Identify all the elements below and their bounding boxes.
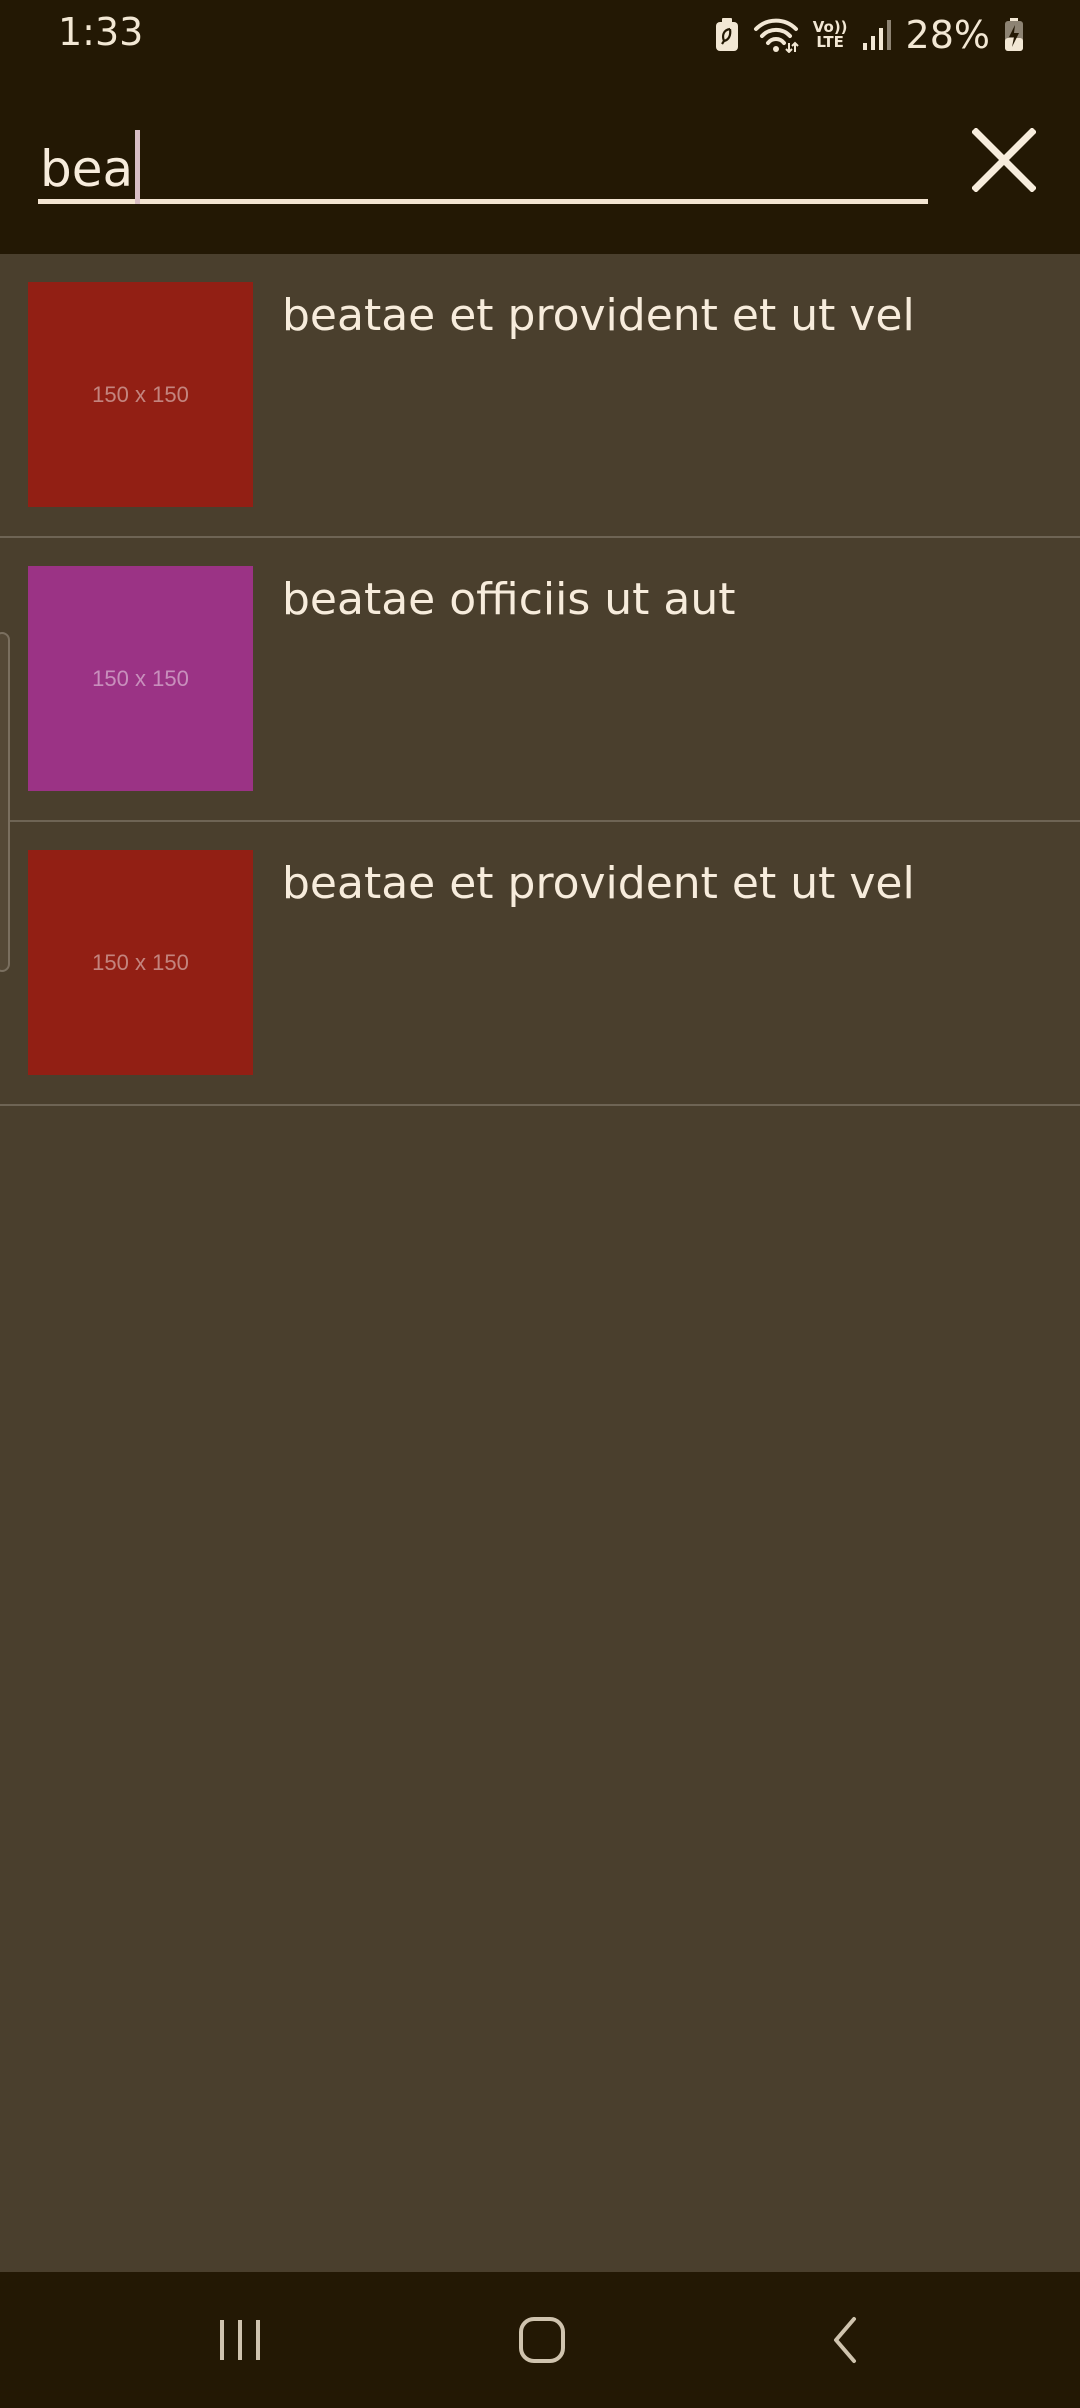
status-icons: Vo)) LTE 28% bbox=[715, 10, 1024, 60]
battery-percent: 28% bbox=[905, 13, 990, 57]
edge-panel-handle[interactable] bbox=[0, 632, 10, 972]
signal-icon bbox=[862, 19, 892, 51]
battery-charging-icon bbox=[1004, 18, 1024, 52]
thumbnail-image: 150 x 150 bbox=[28, 566, 253, 791]
list-item-title: beatae et provident et ut vel bbox=[282, 290, 915, 341]
thumbnail-label: 150 x 150 bbox=[92, 381, 189, 407]
screen: 1:33 Vo)) LTE 28% bea 150 x 150 beatae e… bbox=[0, 0, 1080, 2408]
thumbnail-label: 150 x 150 bbox=[92, 665, 189, 691]
back-button[interactable] bbox=[796, 2302, 896, 2378]
search-input[interactable]: bea bbox=[38, 120, 928, 204]
close-search-button[interactable] bbox=[964, 120, 1044, 200]
back-icon bbox=[834, 2317, 856, 2363]
list-item[interactable]: 150 x 150 beatae officiis ut aut bbox=[0, 538, 1080, 822]
text-cursor bbox=[135, 130, 141, 204]
search-input-text: bea bbox=[40, 140, 134, 198]
list-item[interactable]: 150 x 150 beatae et provident et ut vel bbox=[0, 254, 1080, 538]
thumbnail-label: 150 x 150 bbox=[92, 949, 189, 975]
status-bar: 1:33 Vo)) LTE 28% bbox=[0, 0, 1080, 70]
home-icon bbox=[519, 2317, 565, 2363]
thumbnail-image: 150 x 150 bbox=[28, 282, 253, 507]
list-item-title: beatae et provident et ut vel bbox=[282, 858, 915, 909]
close-icon bbox=[972, 128, 1036, 192]
search-results-list: 150 x 150 beatae et provident et ut vel … bbox=[0, 254, 1080, 1106]
list-item[interactable]: 150 x 150 beatae et provident et ut vel bbox=[0, 822, 1080, 1106]
top-app-bar: 1:33 Vo)) LTE 28% bea bbox=[0, 0, 1080, 254]
home-button[interactable] bbox=[492, 2302, 592, 2378]
battery-saver-icon bbox=[715, 18, 739, 52]
navigation-bar bbox=[0, 2272, 1080, 2408]
wifi-icon bbox=[753, 17, 799, 53]
list-item-title: beatae officiis ut aut bbox=[282, 574, 736, 625]
recents-button[interactable] bbox=[190, 2302, 290, 2378]
status-time: 1:33 bbox=[58, 10, 144, 54]
volte-icon: Vo)) LTE bbox=[812, 18, 848, 51]
thumbnail-image: 150 x 150 bbox=[28, 850, 253, 1075]
search-bar: bea bbox=[0, 100, 1080, 220]
recents-icon bbox=[220, 2320, 260, 2360]
